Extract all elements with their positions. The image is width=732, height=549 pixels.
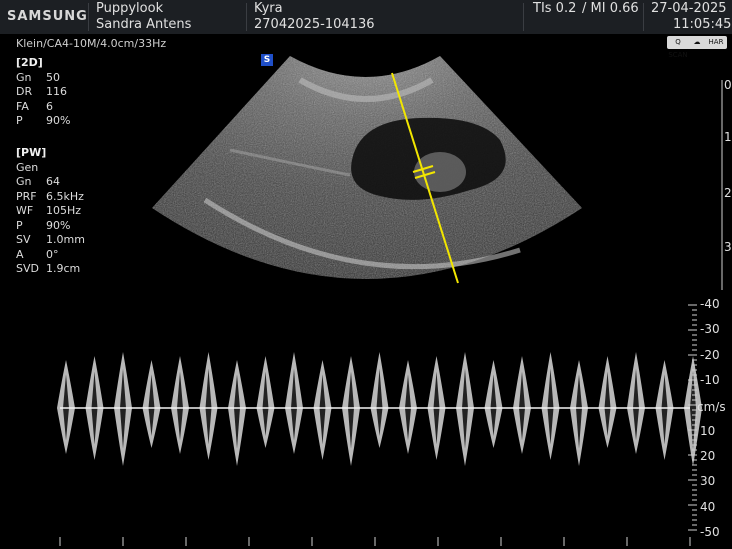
velocity-tick-label: 40 (700, 500, 716, 514)
depth-label: 0 (724, 78, 732, 92)
ultrasound-canvas[interactable] (0, 0, 732, 549)
doppler-spectrum[interactable] (57, 352, 702, 466)
time-axis-ticks (59, 537, 691, 546)
velocity-tick-label: -50 (700, 525, 720, 539)
velocity-unit: cm/s (697, 400, 726, 414)
velocity-tick-label: 20 (700, 449, 716, 463)
velocity-tick-label: -20 (700, 348, 720, 362)
velocity-tick-label: -40 (700, 297, 720, 311)
velocity-tick-label: -10 (700, 373, 720, 387)
depth-label: 3 (724, 240, 732, 254)
velocity-tick-label: 30 (700, 474, 716, 488)
velocity-tick-label: 10 (700, 424, 716, 438)
depth-label: 1 (724, 130, 732, 144)
velocity-tick-label: -30 (700, 322, 720, 336)
depth-label: 2 (724, 186, 732, 200)
bmode-sector-image[interactable] (152, 56, 582, 284)
